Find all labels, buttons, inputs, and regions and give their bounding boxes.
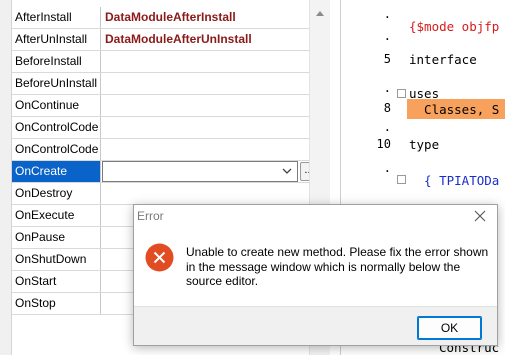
line-dot: .	[383, 29, 391, 43]
property-value[interactable]: DataModuleAfterUnInstall	[105, 29, 252, 50]
dialog-title: Error	[137, 209, 164, 223]
property-value[interactable]: DataModuleAfterInstall	[105, 7, 236, 28]
property-name[interactable]: OnControlCode	[12, 117, 101, 138]
line-number: 8	[383, 101, 391, 115]
property-name[interactable]: OnPause	[12, 227, 101, 248]
property-name[interactable]: OnExecute	[12, 205, 101, 226]
property-row[interactable]: BeforeUnInstall	[12, 73, 309, 95]
code-line: type	[409, 137, 440, 152]
property-row[interactable]: OnContinue	[12, 95, 309, 117]
inspector-gutter	[0, 0, 12, 355]
property-name[interactable]: OnStart	[12, 271, 101, 292]
property-row[interactable]: OnDestroy	[12, 183, 309, 205]
dialog-footer: OK	[134, 306, 497, 345]
event-handler-combobox[interactable]	[102, 161, 298, 182]
line-dot: .	[383, 81, 391, 95]
line-dot: .	[383, 161, 391, 175]
property-name[interactable]: OnDestroy	[12, 183, 101, 204]
code-line: uses	[409, 86, 440, 101]
code-line: { TPIATODa	[409, 173, 500, 188]
scroll-up-icon[interactable]	[314, 8, 326, 20]
chevron-down-icon[interactable]	[281, 165, 293, 177]
fold-marker-icon[interactable]	[397, 175, 406, 184]
property-name[interactable]: OnShutDown	[12, 249, 101, 270]
property-name[interactable]: OnStop	[12, 293, 101, 314]
line-number: 10	[376, 137, 391, 151]
property-name[interactable]: AfterUnInstall	[12, 29, 101, 50]
property-name[interactable]: OnCreate	[12, 161, 101, 182]
line-number: 5	[383, 52, 391, 66]
error-dialog: Error Unable to create new method. Pleas…	[133, 204, 498, 346]
property-row[interactable]: AfterInstall DataModuleAfterInstall	[12, 7, 309, 29]
code-line: interface	[409, 52, 477, 67]
property-row[interactable]: AfterUnInstall DataModuleAfterUnInstall	[12, 29, 309, 51]
fold-marker-icon[interactable]	[397, 89, 406, 98]
line-dot: .	[383, 7, 391, 21]
error-icon	[145, 243, 174, 272]
dialog-message: Unable to create new method. Please fix …	[186, 245, 489, 288]
line-dot: .	[383, 120, 391, 134]
property-name[interactable]: OnControlCode	[12, 139, 101, 160]
property-row[interactable]: OnControlCode	[12, 139, 309, 161]
property-name[interactable]: OnContinue	[12, 95, 101, 116]
property-name[interactable]: BeforeUnInstall	[12, 73, 101, 94]
property-row[interactable]: OnControlCode	[12, 117, 309, 139]
property-name[interactable]: AfterInstall	[12, 7, 101, 28]
code-line: {$mode objfp	[409, 19, 500, 34]
property-row[interactable]: BeforeInstall	[12, 51, 309, 73]
code-line: Classes, S	[409, 102, 500, 117]
property-row-selected[interactable]: OnCreate ...	[12, 161, 318, 183]
close-icon[interactable]	[473, 209, 487, 223]
ok-button[interactable]: OK	[417, 316, 482, 340]
property-name[interactable]: BeforeInstall	[12, 51, 101, 72]
